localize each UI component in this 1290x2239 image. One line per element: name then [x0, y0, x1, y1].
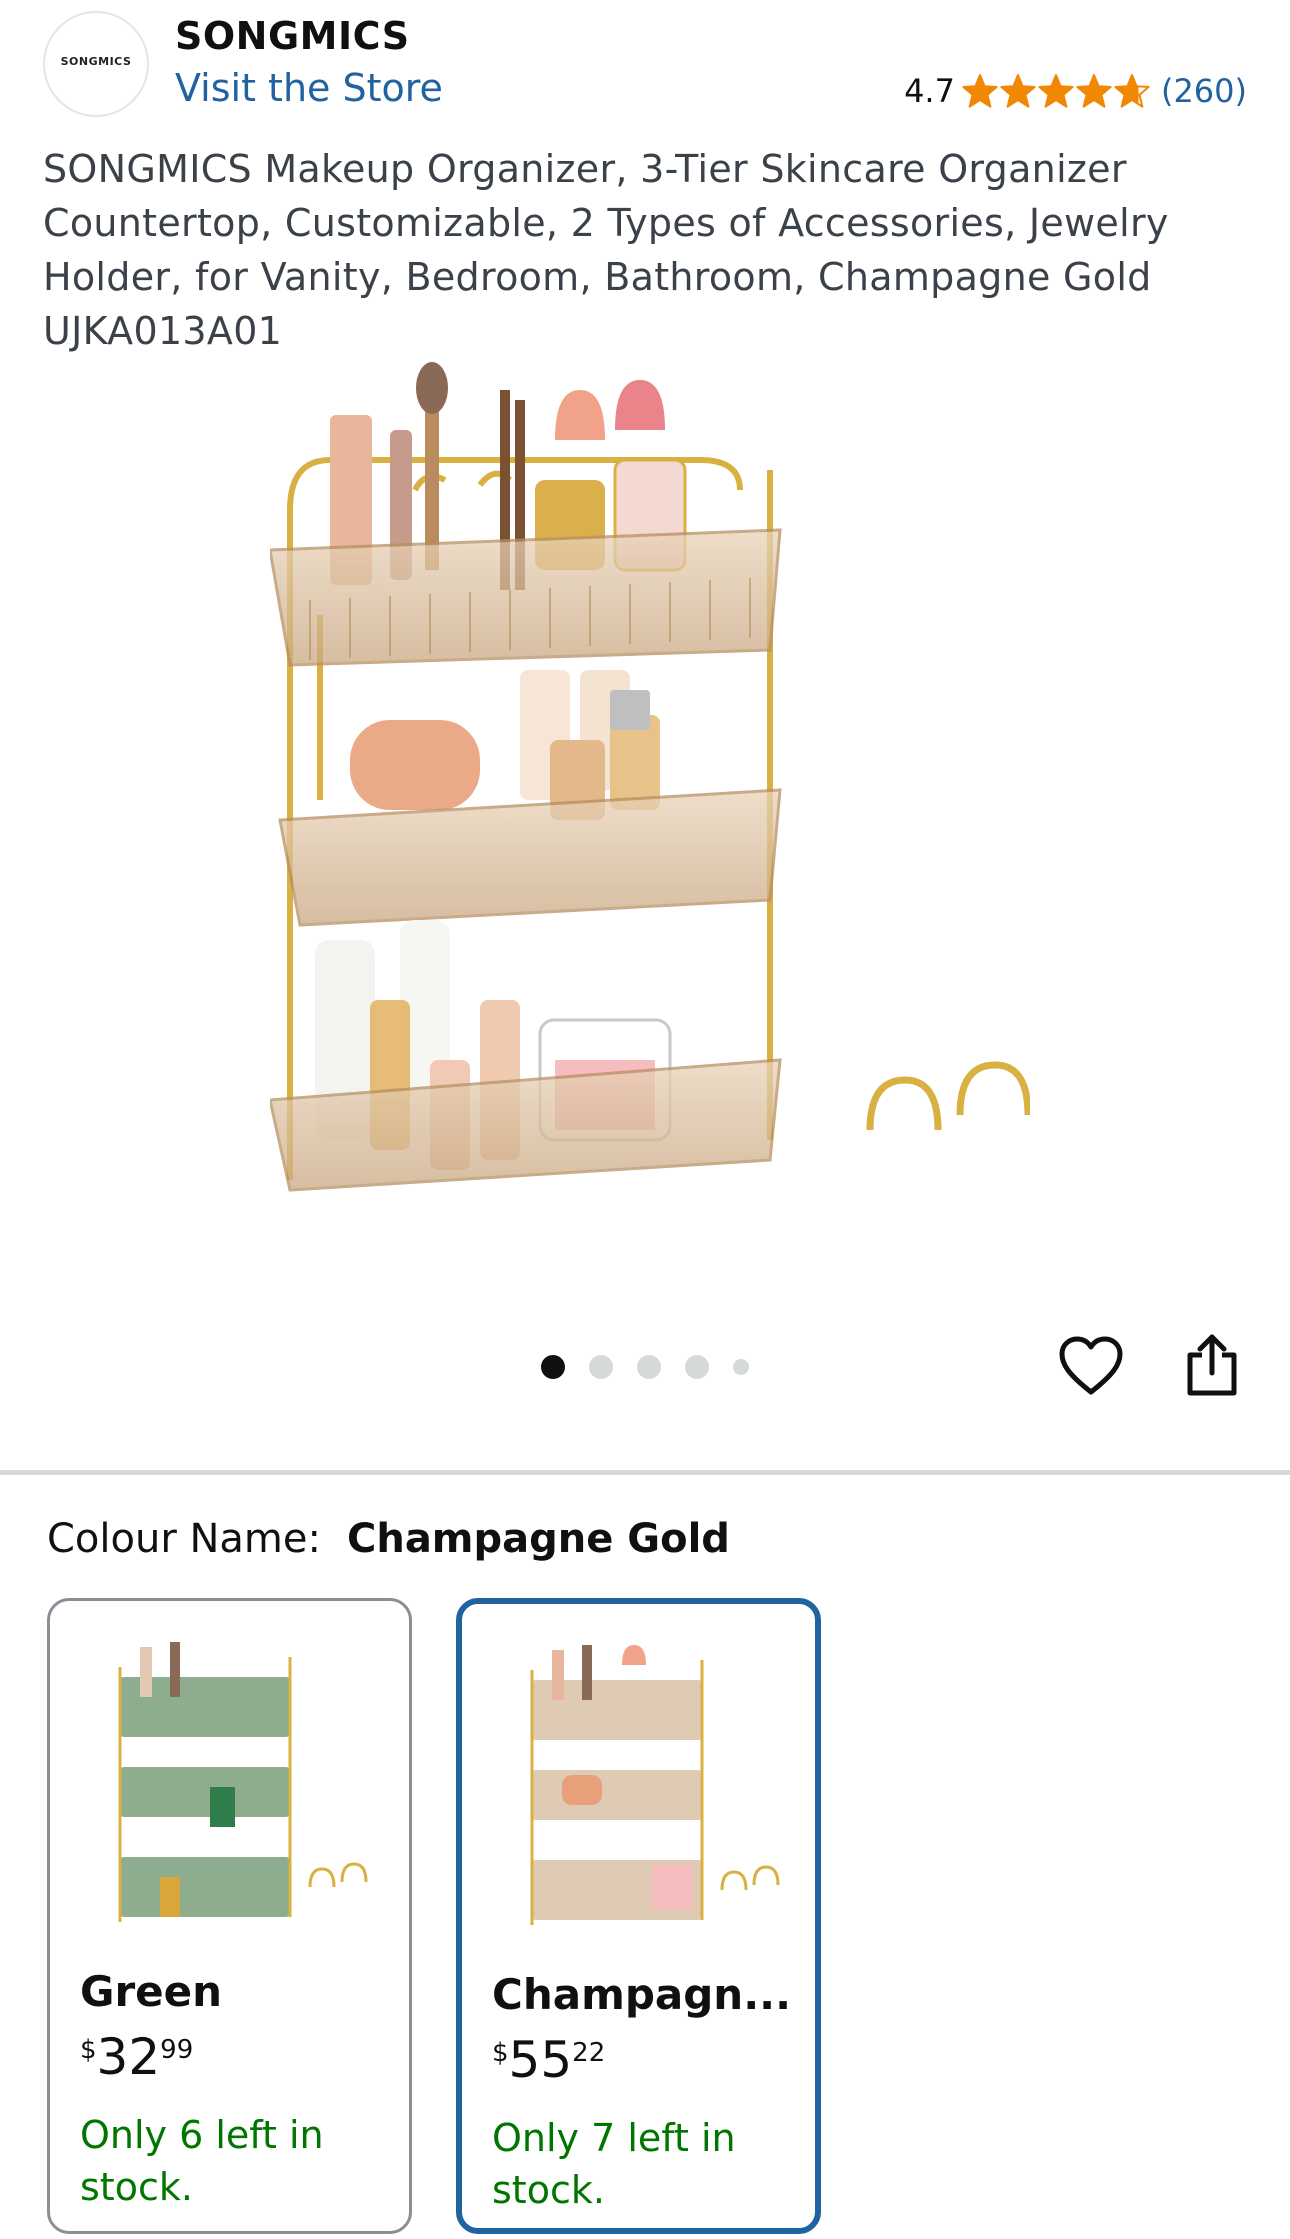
- heart-icon[interactable]: [1058, 1336, 1124, 1396]
- carousel-dot[interactable]: [733, 1359, 749, 1375]
- star-icon: [1114, 74, 1150, 108]
- price-whole: 32: [96, 2028, 161, 2086]
- carousel-dot[interactable]: [589, 1355, 613, 1379]
- colour-option-thumbnail: [530, 1645, 780, 1925]
- price-fraction: 22: [572, 2038, 606, 2068]
- carousel-dot[interactable]: [685, 1355, 709, 1379]
- colour-option-thumbnail: [118, 1642, 368, 1922]
- colour-option-name: Green: [80, 1967, 223, 2016]
- visit-store-link[interactable]: Visit the Store: [175, 66, 443, 110]
- price-currency: $: [492, 2038, 509, 2068]
- brand-name: SONGMICS: [175, 14, 410, 58]
- price-fraction: 99: [160, 2035, 194, 2065]
- star-icon: [962, 74, 998, 108]
- stock-status: Only 7 left in stock.: [492, 2116, 736, 2212]
- rating-count-link[interactable]: (260): [1161, 72, 1247, 110]
- rating-summary[interactable]: 4.7 (260): [904, 72, 1247, 110]
- section-divider: [0, 1470, 1290, 1475]
- star-icon: [1000, 74, 1036, 108]
- brand-logo-text: SONGMICS: [60, 54, 132, 68]
- price-currency: $: [80, 2035, 97, 2065]
- star-rating: [961, 73, 1151, 109]
- product-title: SONGMICS Makeup Organizer, 3-Tier Skinca…: [43, 147, 1169, 353]
- star-icon: [1038, 74, 1074, 108]
- stock-status: Only 6 left in stock.: [80, 2113, 324, 2209]
- selected-colour: Champagne Gold: [346, 1516, 730, 1562]
- colour-option-champagne-gold[interactable]: Champagn... $55 22 Only 7 left in stock.: [456, 1598, 821, 2234]
- price-whole: 55: [508, 2031, 573, 2089]
- brand-logo-subtext: [95, 69, 96, 74]
- carousel-dot[interactable]: [637, 1355, 661, 1379]
- carousel-dot[interactable]: [541, 1355, 565, 1379]
- colour-option-price: $55 22: [492, 2032, 605, 2088]
- brand-logo[interactable]: SONGMICS: [43, 11, 149, 117]
- colour-option-price: $32 99: [80, 2029, 193, 2085]
- product-page: SONGMICS SONGMICS Visit the Store 4.7 (2…: [0, 0, 1290, 2239]
- colour-option-green[interactable]: Green $32 99 Only 6 left in stock.: [47, 1598, 412, 2234]
- colour-label: Colour Name:: [47, 1516, 321, 1562]
- product-image[interactable]: [270, 360, 1030, 1260]
- star-icon: [1076, 74, 1112, 108]
- colour-selection: Colour Name: Champagne Gold: [47, 1516, 730, 1562]
- share-icon[interactable]: [1184, 1333, 1240, 1397]
- colour-option-name: Champagn...: [492, 1970, 792, 2019]
- rating-value: 4.7: [904, 72, 955, 110]
